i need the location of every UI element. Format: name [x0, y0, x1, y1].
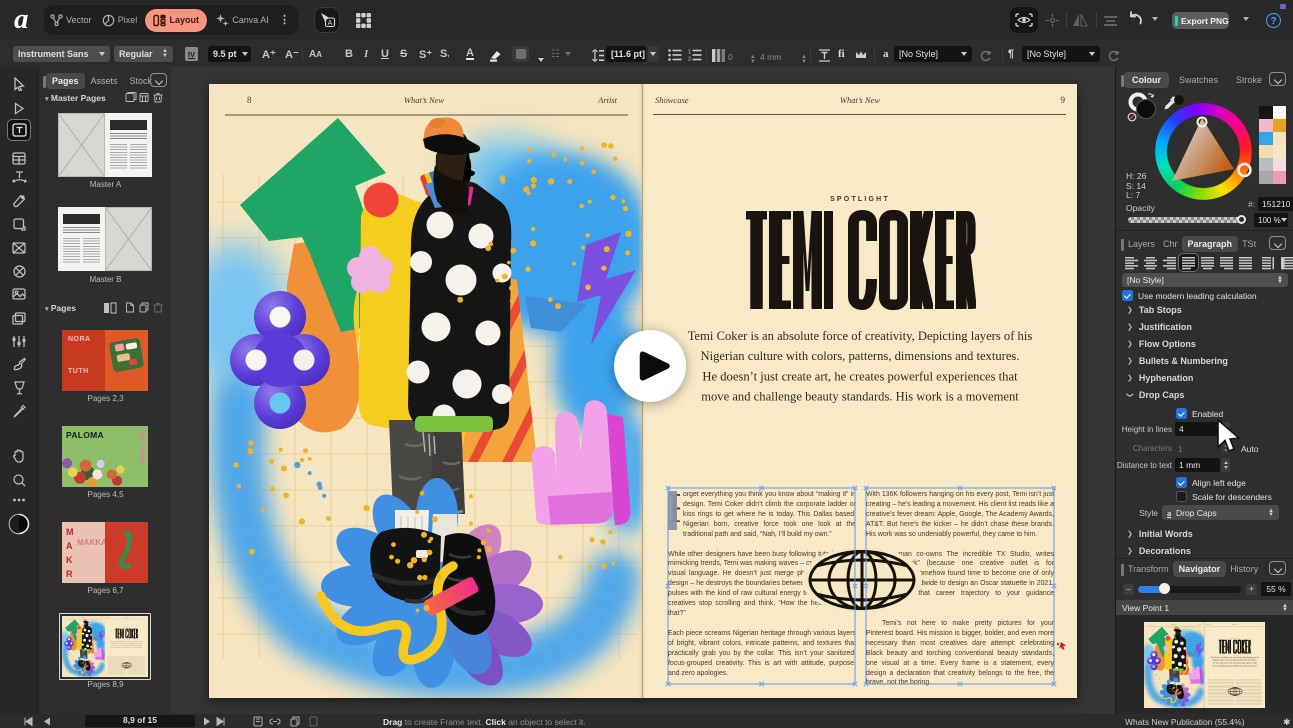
- svg-text:A: A: [327, 20, 332, 27]
- svg-text:1: 1: [688, 50, 691, 56]
- svg-text:2: 2: [688, 57, 691, 62]
